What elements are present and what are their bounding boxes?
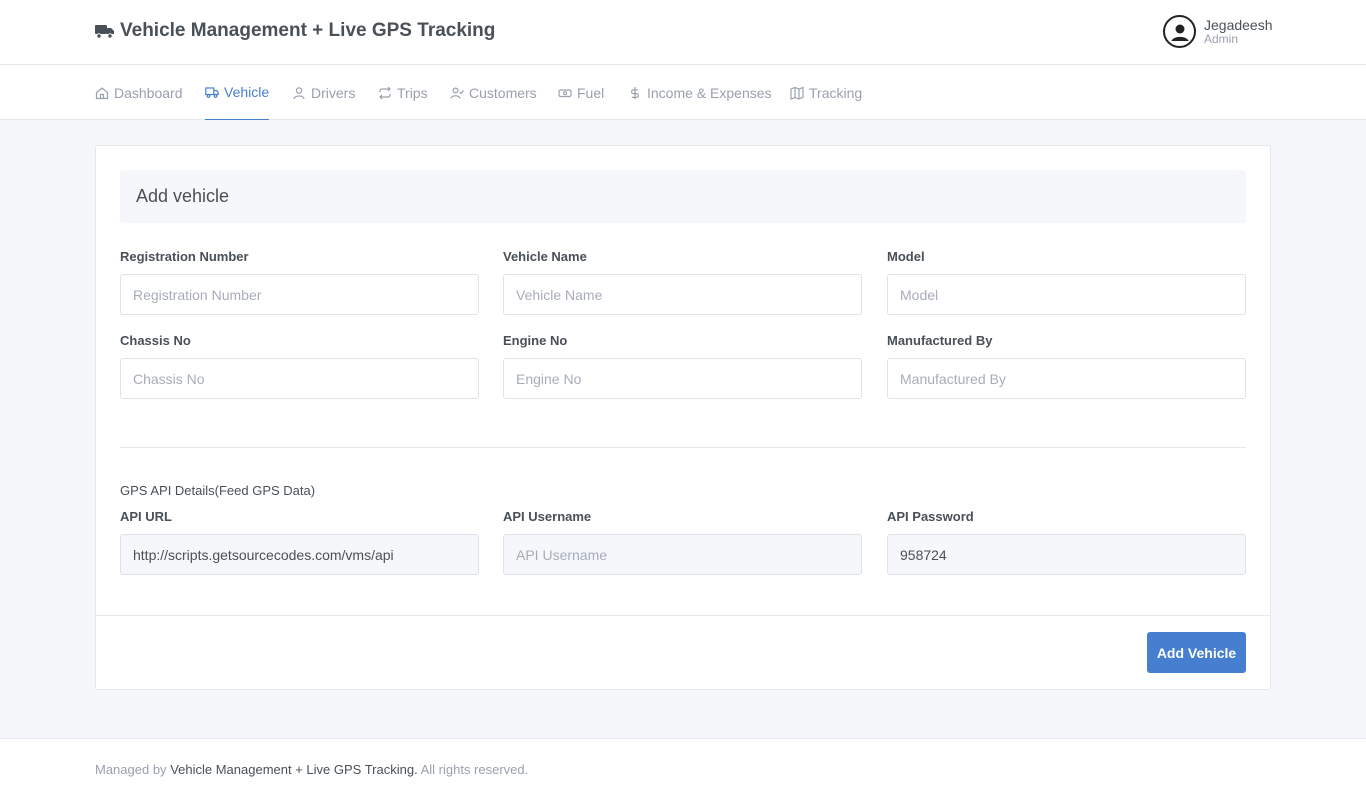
app-header: Vehicle Management + Live GPS Tracking J… [0, 0, 1366, 65]
map-icon [790, 86, 804, 100]
nav-item-vehicle[interactable]: Vehicle [205, 65, 270, 120]
nav-label: Trips [397, 84, 428, 101]
gps-section-title: GPS API Details(Feed GPS Data) [120, 483, 316, 498]
nav-item-customers[interactable]: Customers [450, 65, 537, 120]
footer-suffix: All rights reserved. [420, 762, 529, 777]
user-menu[interactable]: Jegadeesh Admin [1163, 15, 1273, 48]
user-check-icon [450, 86, 464, 99]
truck-icon [205, 87, 219, 98]
nav-label: Income & Expenses [647, 84, 772, 101]
user-circle-icon [1163, 15, 1196, 48]
manufactured-by-input[interactable] [887, 358, 1246, 399]
nav-label: Tracking [809, 84, 863, 101]
brand[interactable]: Vehicle Management + Live GPS Tracking [95, 20, 495, 42]
api-username-label: API Username [503, 509, 592, 524]
main-nav: Dashboard Vehicle Drivers Trips Customer… [0, 65, 1366, 120]
user-name: Jegadeesh [1204, 16, 1273, 33]
vehicle-name-label: Vehicle Name [503, 249, 587, 264]
nav-label: Drivers [311, 84, 356, 101]
nav-item-income-expenses[interactable]: Income & Expenses [628, 65, 772, 120]
fuel-icon [558, 88, 572, 97]
section-divider [120, 447, 1246, 448]
user-role: Admin [1204, 31, 1239, 46]
api-password-label: API Password [887, 509, 974, 524]
nav-label: Fuel [577, 84, 605, 101]
registration-number-input[interactable] [120, 274, 479, 315]
nav-item-fuel[interactable]: Fuel [558, 65, 604, 120]
nav-item-trips[interactable]: Trips [378, 65, 428, 120]
api-url-label: API URL [120, 509, 172, 524]
nav-item-dashboard[interactable]: Dashboard [95, 65, 183, 120]
api-url-input[interactable] [120, 534, 479, 575]
page-footer: Managed by Vehicle Management + Live GPS… [0, 738, 1366, 800]
app-title: Vehicle Management + Live GPS Tracking [120, 20, 496, 41]
user-icon [293, 86, 305, 99]
chassis-no-input[interactable] [120, 358, 479, 399]
nav-item-tracking[interactable]: Tracking [790, 65, 862, 120]
api-username-input[interactable] [503, 534, 862, 575]
api-password-input[interactable] [887, 534, 1246, 575]
nav-label: Vehicle [224, 84, 270, 100]
vehicle-name-input[interactable] [503, 274, 862, 315]
dollar-icon [631, 86, 639, 99]
registration-number-label: Registration Number [120, 249, 249, 264]
engine-no-label: Engine No [503, 333, 568, 348]
add-vehicle-card: Add vehicle Registration Number Vehicle … [95, 145, 1271, 690]
footer-text: Managed by Vehicle Management + Live GPS… [95, 762, 528, 777]
model-input[interactable] [887, 274, 1246, 315]
truck-icon [95, 25, 114, 39]
engine-no-input[interactable] [503, 358, 862, 399]
nav-item-drivers[interactable]: Drivers [292, 65, 355, 120]
card-footer-divider [96, 615, 1270, 616]
footer-prefix: Managed by [95, 762, 167, 777]
footer-link[interactable]: Vehicle Management + Live GPS Tracking. [170, 762, 418, 777]
add-vehicle-button[interactable]: Add Vehicle [1147, 632, 1246, 673]
card-header: Add vehicle [120, 170, 1246, 223]
manufactured-by-label: Manufactured By [887, 333, 993, 348]
repeat-icon [379, 86, 391, 99]
chassis-no-label: Chassis No [120, 333, 191, 348]
card-title: Add vehicle [136, 186, 230, 206]
nav-label: Customers [469, 84, 537, 101]
nav-label: Dashboard [114, 84, 183, 101]
model-label: Model [887, 249, 925, 264]
home-icon [95, 86, 109, 99]
